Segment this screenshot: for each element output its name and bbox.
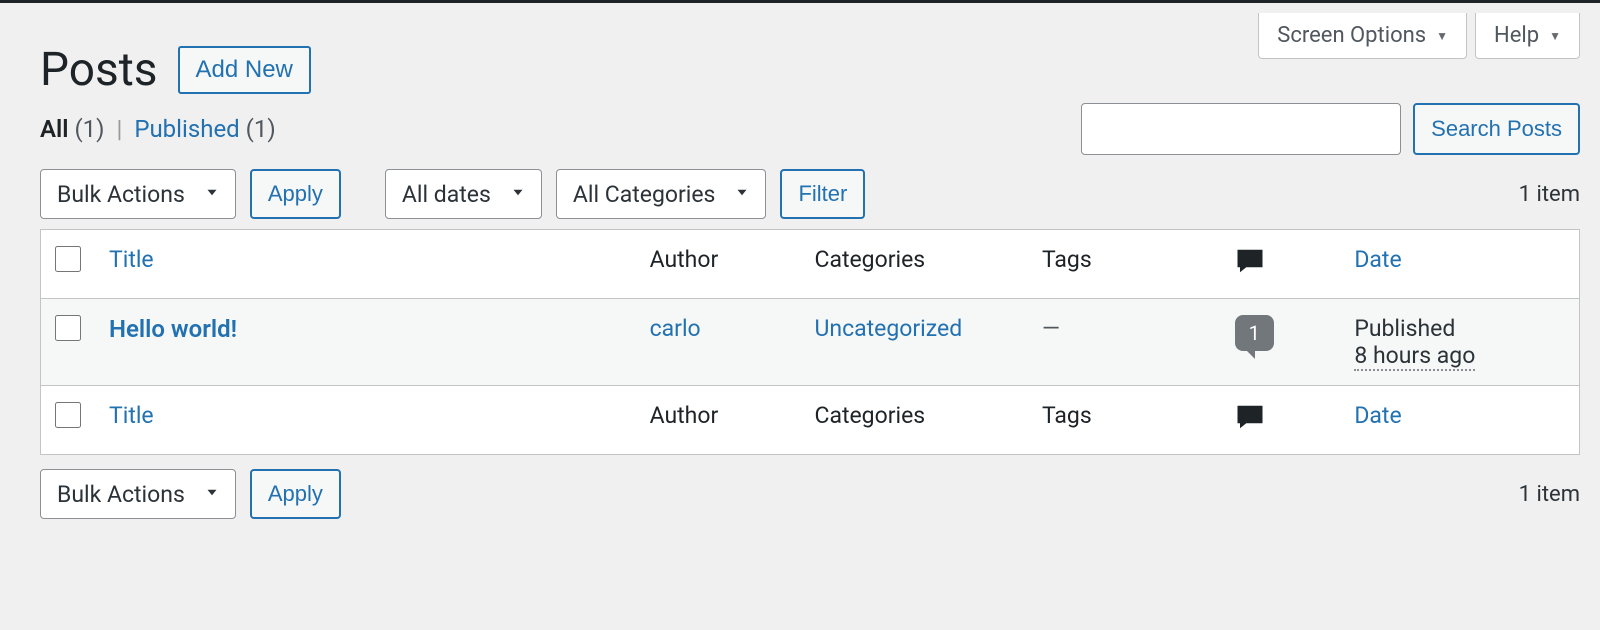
author-link[interactable]: carlo bbox=[650, 315, 701, 342]
post-title-link[interactable]: Hello world! bbox=[109, 315, 237, 343]
date-status: Published bbox=[1354, 315, 1565, 342]
column-author-footer: Author bbox=[636, 386, 801, 455]
column-date-footer[interactable]: Date bbox=[1340, 386, 1579, 455]
add-new-button[interactable]: Add New bbox=[178, 46, 311, 94]
screen-options-label: Screen Options bbox=[1277, 23, 1426, 48]
help-label: Help bbox=[1494, 23, 1539, 48]
bulk-actions-select[interactable]: Bulk Actions bbox=[40, 169, 236, 219]
chevron-down-icon bbox=[203, 181, 221, 208]
column-categories-header: Categories bbox=[800, 230, 1027, 299]
filter-all[interactable]: All (1) bbox=[40, 115, 111, 143]
apply-bulk-button-bottom[interactable]: Apply bbox=[250, 469, 341, 519]
item-count-bottom: 1 item bbox=[1519, 482, 1580, 507]
comment-count-bubble[interactable]: 1 bbox=[1235, 315, 1274, 351]
category-link[interactable]: Uncategorized bbox=[814, 315, 962, 342]
comment-icon bbox=[1235, 255, 1265, 282]
column-tags-header: Tags bbox=[1028, 230, 1221, 299]
select-all-bottom[interactable] bbox=[55, 402, 81, 428]
chevron-down-icon bbox=[203, 481, 221, 508]
column-comments-header[interactable] bbox=[1221, 230, 1341, 299]
filter-published[interactable]: Published (1) bbox=[134, 115, 275, 143]
tags-value: — bbox=[1042, 315, 1060, 342]
column-tags-footer: Tags bbox=[1028, 386, 1221, 455]
comment-icon bbox=[1235, 411, 1265, 438]
chevron-down-icon: ▼ bbox=[1549, 29, 1561, 43]
row-checkbox[interactable] bbox=[55, 315, 81, 341]
column-author-header: Author bbox=[636, 230, 801, 299]
column-date-header[interactable]: Date bbox=[1340, 230, 1579, 299]
screen-options-tab[interactable]: Screen Options ▼ bbox=[1258, 13, 1467, 59]
select-all-top[interactable] bbox=[55, 246, 81, 272]
bulk-actions-select-bottom[interactable]: Bulk Actions bbox=[40, 469, 236, 519]
table-row: Hello world! carlo Uncategorized — 1 Pub… bbox=[41, 299, 1580, 386]
column-comments-footer[interactable] bbox=[1221, 386, 1341, 455]
item-count-top: 1 item bbox=[1519, 182, 1580, 207]
page-title: Posts bbox=[40, 43, 158, 97]
help-tab[interactable]: Help ▼ bbox=[1475, 13, 1580, 59]
date-time: 8 hours ago bbox=[1354, 342, 1475, 371]
filter-button[interactable]: Filter bbox=[780, 169, 865, 219]
apply-bulk-button[interactable]: Apply bbox=[250, 169, 341, 219]
chevron-down-icon bbox=[733, 181, 751, 208]
chevron-down-icon: ▼ bbox=[1436, 29, 1448, 43]
date-filter-select[interactable]: All dates bbox=[385, 169, 542, 219]
chevron-down-icon bbox=[509, 181, 527, 208]
column-title-footer[interactable]: Title bbox=[95, 386, 636, 455]
search-input[interactable] bbox=[1081, 103, 1401, 155]
search-posts-button[interactable]: Search Posts bbox=[1413, 103, 1580, 155]
column-categories-footer: Categories bbox=[800, 386, 1027, 455]
column-title-header[interactable]: Title bbox=[95, 230, 636, 299]
category-filter-select[interactable]: All Categories bbox=[556, 169, 767, 219]
